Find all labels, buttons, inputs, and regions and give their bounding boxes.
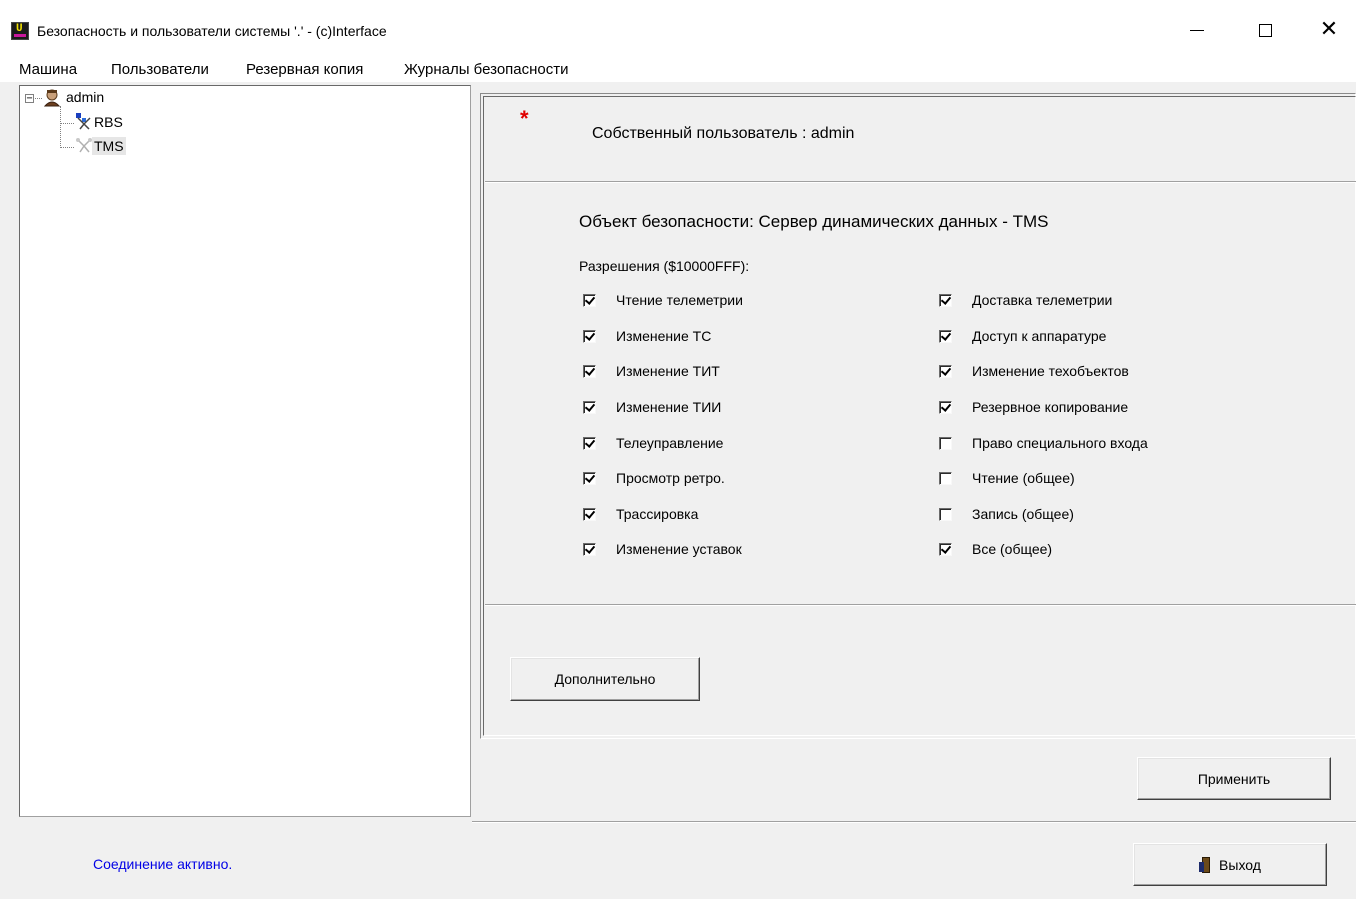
permission-checkbox[interactable]: Трассировка [583,505,698,523]
permission-checkbox[interactable]: Изменение ТИТ [583,362,720,380]
permissions-label: Разрешения ($10000FFF): [579,258,750,274]
permission-checkbox[interactable]: Телеуправление [583,434,723,452]
permission-checkbox[interactable]: Просмотр ретро. [583,469,725,487]
checkbox-icon[interactable] [939,507,952,521]
network-icon [76,113,91,130]
checkbox-icon[interactable] [939,293,952,307]
checkbox-icon[interactable] [583,400,596,414]
checkbox-icon[interactable] [583,542,596,556]
close-button[interactable]: ✕ [1306,12,1352,48]
checkbox-icon[interactable] [583,507,596,521]
tree-node-tms[interactable]: TMS [92,137,126,155]
permission-checkbox[interactable]: Изменение уставок [583,540,742,558]
permission-checkbox[interactable]: Изменение ТИИ [583,398,721,416]
maximize-button[interactable] [1242,12,1288,48]
network-faded-icon [76,138,92,153]
permission-checkbox[interactable]: Все (общее) [939,540,1052,558]
permission-checkbox[interactable]: Запись (общее) [939,505,1074,523]
apply-button[interactable]: Применить [1137,757,1331,800]
checkbox-icon[interactable] [583,436,596,450]
tree-node-rbs[interactable]: RBS [94,113,123,131]
user-icon [43,89,61,107]
menu-security-logs[interactable]: Журналы безопасности [404,60,569,80]
menu-bar: Машина Пользователи Резервная копия Журн… [0,60,1356,82]
permission-checkbox[interactable]: Резервное копирование [939,398,1128,416]
exit-label: Выход [1219,856,1261,873]
checkbox-icon[interactable] [939,471,952,485]
title-bar: U Безопасность и пользователи системы '.… [0,0,1356,60]
modified-asterisk: * [520,106,529,131]
separator [485,604,1356,606]
menu-backup[interactable]: Резервная копия [246,60,363,80]
user-tree[interactable]: − admin RBS TMS [19,85,471,817]
tree-node-admin[interactable]: admin [66,88,104,106]
menu-machine[interactable]: Машина [19,60,77,80]
permission-checkbox[interactable]: Право специального входа [939,434,1148,452]
checkbox-icon[interactable] [583,364,596,378]
permission-checkbox[interactable]: Доставка телеметрии [939,291,1112,309]
checkbox-icon[interactable] [583,293,596,307]
checkbox-icon[interactable] [939,436,952,450]
collapse-icon[interactable]: − [25,94,34,104]
permission-checkbox[interactable]: Изменение ТС [583,327,711,345]
permission-checkbox[interactable]: Доступ к аппаратуре [939,327,1106,345]
menu-users[interactable]: Пользователи [111,60,209,80]
separator [485,181,1356,183]
owner-label: Собственный пользователь : admin [592,125,855,142]
checkbox-icon[interactable] [939,542,952,556]
close-icon: ✕ [1319,17,1339,42]
exit-door-icon [1199,856,1213,874]
app-icon: U [11,22,29,40]
status-text: Соединение активно. [93,856,233,872]
minimize-button[interactable] [1174,12,1220,48]
checkbox-icon[interactable] [939,400,952,414]
security-object-label: Объект безопасности: Сервер динамических… [579,212,1049,231]
window-title: Безопасность и пользователи системы '.' … [37,23,387,39]
permission-checkbox[interactable]: Изменение техобъектов [939,362,1129,380]
checkbox-icon[interactable] [939,364,952,378]
permission-checkbox[interactable]: Чтение (общее) [939,469,1075,487]
settings-panel-inner [483,96,1356,736]
minimize-icon [1190,29,1204,31]
checkbox-icon[interactable] [939,329,952,343]
maximize-icon [1258,23,1272,37]
bottom-separator [472,821,1356,823]
checkbox-icon[interactable] [583,471,596,485]
checkbox-icon[interactable] [583,329,596,343]
permission-checkbox[interactable]: Чтение телеметрии [583,291,743,309]
advanced-button[interactable]: Дополнительно [510,657,700,701]
exit-button[interactable]: Выход [1133,843,1327,886]
